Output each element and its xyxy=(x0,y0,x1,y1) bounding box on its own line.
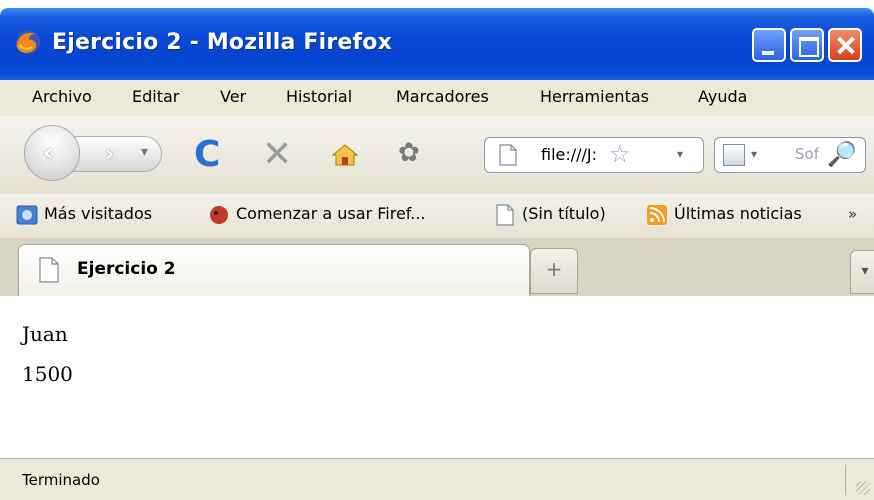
page-content: Juan 1500 xyxy=(0,296,874,458)
resize-grip[interactable] xyxy=(856,481,870,495)
menu-marcadores[interactable]: Marcadores xyxy=(396,87,489,106)
page-icon xyxy=(496,204,514,226)
page-icon xyxy=(499,144,517,166)
tab-list-button[interactable]: ▾ xyxy=(850,250,874,294)
status-bar: Terminado xyxy=(0,458,874,500)
rss-icon xyxy=(647,205,667,225)
most-visited-icon xyxy=(16,205,38,225)
url-dropdown-icon[interactable]: ▾ xyxy=(677,147,683,161)
menu-archivo[interactable]: Archivo xyxy=(32,87,92,106)
forward-icon: › xyxy=(105,142,115,167)
bookmark-star-icon[interactable]: ☆ xyxy=(609,140,631,168)
tab-strip: Ejercicio 2 + ▾ xyxy=(0,238,874,297)
search-engine-dropdown-icon[interactable]: ▾ xyxy=(751,147,757,161)
menu-historial[interactable]: Historial xyxy=(286,87,352,106)
search-bar[interactable]: ▾ Sof 🔎 xyxy=(714,137,866,173)
url-bar[interactable]: file:///J: ☆ ▾ xyxy=(484,137,704,173)
back-icon: ‹ xyxy=(43,138,54,168)
close-button[interactable] xyxy=(828,28,862,62)
menu-editar[interactable]: Editar xyxy=(132,87,179,106)
reload-icon[interactable]: C xyxy=(194,134,220,175)
menu-ayuda[interactable]: Ayuda xyxy=(698,87,747,106)
status-text: Terminado xyxy=(22,471,100,489)
bookmarks-toolbar: Más visitados Comenzar a usar Firef... (… xyxy=(0,194,874,239)
maximize-button[interactable] xyxy=(790,28,824,62)
bookmarks-overflow-button[interactable]: » xyxy=(848,205,857,223)
menu-herramientas[interactable]: Herramientas xyxy=(540,87,649,106)
content-text-name: Juan xyxy=(22,322,68,346)
history-dropdown-icon[interactable]: ▾ xyxy=(141,144,148,160)
title-bar[interactable]: Ejercicio 2 - Mozilla Firefox xyxy=(0,8,874,80)
stop-icon[interactable]: ✕ xyxy=(262,134,292,175)
menu-ver[interactable]: Ver xyxy=(220,87,246,106)
content-text-amount: 1500 xyxy=(22,362,73,386)
minimize-button[interactable] xyxy=(752,28,786,62)
search-input[interactable]: Sof xyxy=(795,145,819,163)
tab-label: Ejercicio 2 xyxy=(77,259,176,279)
search-engine-icon[interactable] xyxy=(723,144,745,166)
status-divider xyxy=(845,465,846,495)
bookmark-mas-visitados[interactable]: Más visitados xyxy=(44,204,152,223)
addons-icon[interactable]: ✿ xyxy=(398,138,420,168)
page-icon xyxy=(39,257,59,283)
firefox-start-icon xyxy=(210,206,228,224)
forward-button[interactable]: › ▾ xyxy=(70,136,162,172)
navigation-toolbar: › ▾ ‹ C ✕ ✿ file:///J: ☆ ▾ ▾ Sof 🔎 xyxy=(0,116,874,195)
bookmark-ultimas-noticias[interactable]: Últimas noticias xyxy=(674,204,802,223)
bookmark-comenzar[interactable]: Comenzar a usar Firef... xyxy=(236,204,426,223)
tab-ejercicio-2[interactable]: Ejercicio 2 xyxy=(18,244,530,296)
home-icon[interactable] xyxy=(332,144,358,166)
url-text: file:///J: xyxy=(541,145,598,164)
bookmark-sin-titulo[interactable]: (Sin título) xyxy=(522,204,606,223)
browser-window: Ejercicio 2 - Mozilla Firefox Archivo Ed… xyxy=(0,0,874,500)
menu-bar: Archivo Editar Ver Historial Marcadores … xyxy=(0,80,874,116)
firefox-logo-icon xyxy=(16,30,40,54)
new-tab-button[interactable]: + xyxy=(530,248,578,294)
window-title: Ejercicio 2 - Mozilla Firefox xyxy=(52,30,392,55)
search-icon[interactable]: 🔎 xyxy=(827,140,857,168)
back-button[interactable]: ‹ xyxy=(24,125,80,181)
